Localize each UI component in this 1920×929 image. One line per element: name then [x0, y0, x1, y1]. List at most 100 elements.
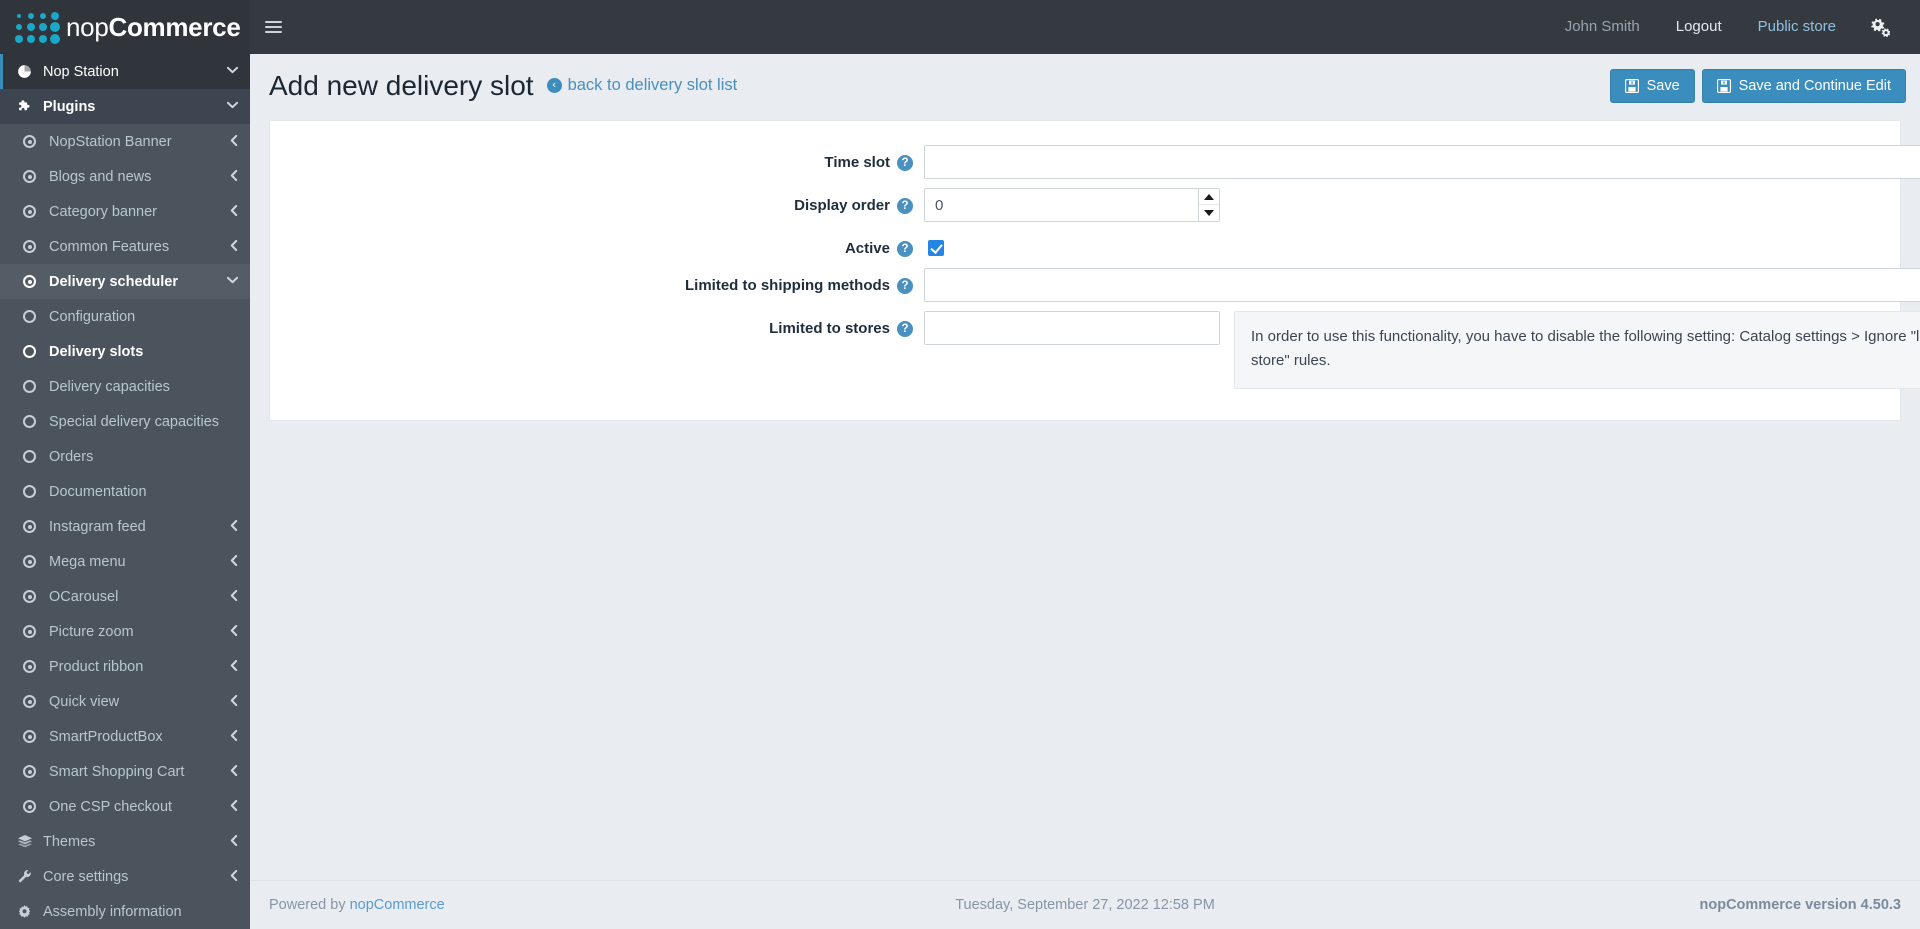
- floppy-disk-icon: [1624, 78, 1639, 93]
- stepper-increment-button[interactable]: [1199, 189, 1219, 205]
- circle-dot-icon: [23, 800, 49, 813]
- sidebar-item-quick-view[interactable]: Quick view: [0, 684, 250, 719]
- topbar-right: John Smith Logout Public store: [1547, 0, 1920, 54]
- time-slot-input[interactable]: [924, 145, 1920, 179]
- sidebar-item-product-ribbon[interactable]: Product ribbon: [0, 649, 250, 684]
- sidebar-item-smartproductbox[interactable]: SmartProductBox: [0, 719, 250, 754]
- circle-icon: [23, 310, 49, 323]
- sidebar-item-label: Blogs and news: [49, 168, 152, 185]
- wrench-icon: [17, 869, 43, 884]
- puzzle-icon: [17, 99, 43, 114]
- save-button[interactable]: Save: [1609, 68, 1695, 103]
- save-button-label: Save: [1646, 77, 1680, 94]
- circle-dot-icon: [23, 625, 49, 638]
- sidebar-item-label: Instagram feed: [49, 518, 146, 535]
- footer-datetime: Tuesday, September 27, 2022 12:58 PM: [955, 897, 1215, 913]
- limited-stores-input[interactable]: [924, 311, 1220, 345]
- settings-gear-icon[interactable]: [1854, 17, 1906, 37]
- sidebar-item-blogs-and-news[interactable]: Blogs and news: [0, 159, 250, 194]
- help-icon[interactable]: ?: [897, 154, 913, 171]
- sidebar-item-instagram-feed[interactable]: Instagram feed: [0, 509, 250, 544]
- sidebar-item-ocarousel[interactable]: OCarousel: [0, 579, 250, 614]
- sidebar-item-themes[interactable]: Themes: [0, 824, 250, 859]
- brand-text-light: nop: [66, 11, 109, 42]
- footer-powered-by: Powered by nopCommerce: [269, 897, 445, 913]
- brand-text: nopCommerce: [66, 11, 241, 43]
- sidebar-item-label: Smart Shopping Cart: [49, 763, 185, 780]
- help-icon[interactable]: ?: [897, 277, 913, 294]
- sidebar-item-documentation[interactable]: Documentation: [0, 474, 250, 509]
- sidebar-item-assembly-information[interactable]: Assembly information: [0, 894, 250, 929]
- sidebar-item-label: Category banner: [49, 203, 158, 220]
- limited-shipping-methods-control: [924, 268, 1920, 302]
- sidebar-item-one-csp-checkout[interactable]: One CSP checkout: [0, 789, 250, 824]
- circle-dot-icon: [23, 240, 49, 253]
- circle-dot-icon: [23, 660, 49, 673]
- circle-icon: [23, 485, 49, 498]
- sidebar-item-delivery-slots[interactable]: Delivery slots: [0, 334, 250, 369]
- sidebar-item-label: Plugins: [43, 98, 96, 115]
- limited-shipping-methods-input[interactable]: [924, 268, 1920, 302]
- save-and-continue-button[interactable]: Save and Continue Edit: [1701, 68, 1906, 103]
- sidebar-item-plugins[interactable]: Plugins: [0, 89, 250, 124]
- sidebar-item-label: Mega menu: [49, 553, 126, 570]
- circle-dot-icon: [23, 555, 49, 568]
- sidebar-item-label: Delivery slots: [49, 343, 144, 360]
- chevron-left-icon: [230, 589, 238, 604]
- brand-logo[interactable]: nopCommerce: [0, 0, 250, 54]
- footer-nopcommerce-link[interactable]: nopCommerce: [350, 897, 445, 913]
- public-store-link[interactable]: Public store: [1740, 0, 1854, 54]
- chevron-left-icon: [230, 764, 238, 779]
- sidebar-item-nop-station[interactable]: Nop Station: [0, 54, 250, 89]
- stepper-decrement-button[interactable]: [1199, 205, 1219, 221]
- sidebar-item-orders[interactable]: Orders: [0, 439, 250, 474]
- circle-dot-icon: [23, 765, 49, 778]
- circle-icon: [23, 345, 49, 358]
- limited-shipping-methods-label: Limited to shipping methods: [685, 277, 890, 294]
- sidebar-item-special-delivery-capacities[interactable]: Special delivery capacities: [0, 404, 250, 439]
- floppy-disk-icon: [1716, 78, 1731, 93]
- help-icon[interactable]: ?: [897, 240, 913, 257]
- chevron-left-icon: [230, 169, 238, 184]
- sidebar-item-smart-shopping-cart[interactable]: Smart Shopping Cart: [0, 754, 250, 789]
- active-checkbox[interactable]: [928, 240, 944, 256]
- limited-shipping-methods-label-wrap: Limited to shipping methods ?: [294, 268, 924, 294]
- sidebar-item-delivery-scheduler[interactable]: Delivery scheduler: [0, 264, 250, 299]
- sidebar-item-mega-menu[interactable]: Mega menu: [0, 544, 250, 579]
- footer-version: nopCommerce version 4.50.3: [1699, 897, 1901, 913]
- sidebar-item-delivery-capacities[interactable]: Delivery capacities: [0, 369, 250, 404]
- time-slot-control: *: [924, 145, 1920, 179]
- chevron-left-icon: [230, 554, 238, 569]
- chevron-left-icon: [230, 834, 238, 849]
- footer-powered-by-prefix: Powered by: [269, 897, 350, 913]
- sidebar-item-core-settings[interactable]: Core settings: [0, 859, 250, 894]
- chevron-left-icon: [230, 239, 238, 254]
- circle-dot-icon: [23, 730, 49, 743]
- form-row-active: Active ?: [294, 231, 1876, 259]
- sidebar-item-category-banner[interactable]: Category banner: [0, 194, 250, 229]
- footer: Powered by nopCommerce Tuesday, Septembe…: [250, 880, 1920, 929]
- chevron-left-icon: [230, 869, 238, 884]
- sidebar-item-label: Nop Station: [43, 63, 119, 80]
- circle-dot-icon: [23, 205, 49, 218]
- back-to-list-link[interactable]: ‹ back to delivery slot list: [546, 76, 737, 95]
- help-icon[interactable]: ?: [897, 320, 913, 337]
- sidebar-item-common-features[interactable]: Common Features: [0, 229, 250, 264]
- active-control: [924, 231, 947, 259]
- time-slot-label: Time slot: [824, 154, 890, 171]
- display-order-label-wrap: Display order ?: [294, 188, 924, 214]
- save-and-continue-button-label: Save and Continue Edit: [1738, 77, 1891, 94]
- page-header: Add new delivery slot ‹ back to delivery…: [250, 54, 1920, 117]
- sidebar-item-nopstation-banner[interactable]: NopStation Banner: [0, 124, 250, 159]
- chevron-down-icon: [226, 276, 239, 287]
- logout-link[interactable]: Logout: [1658, 0, 1740, 54]
- help-icon[interactable]: ?: [897, 197, 913, 214]
- menu-toggle-icon[interactable]: [250, 0, 296, 54]
- sidebar-item-label: Core settings: [43, 868, 129, 885]
- sidebar-item-label: Special delivery capacities: [49, 413, 220, 430]
- display-order-input[interactable]: [924, 188, 1220, 222]
- sidebar-item-configuration[interactable]: Configuration: [0, 299, 250, 334]
- form-row-limited-stores: Limited to stores ? In order to use this…: [294, 311, 1920, 389]
- sidebar-item-picture-zoom[interactable]: Picture zoom: [0, 614, 250, 649]
- chevron-down-icon: [226, 101, 239, 112]
